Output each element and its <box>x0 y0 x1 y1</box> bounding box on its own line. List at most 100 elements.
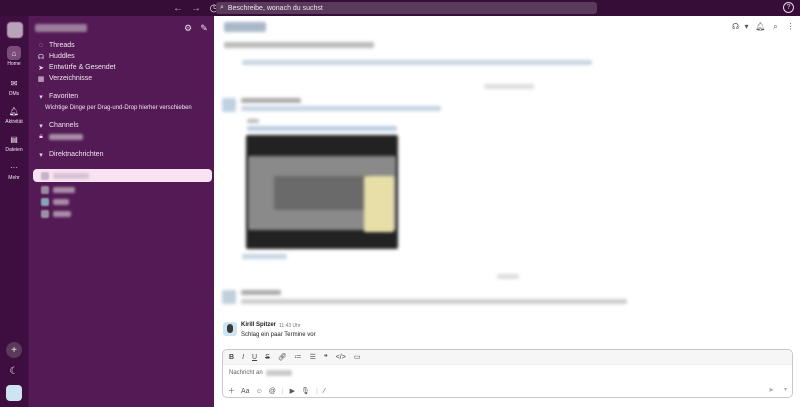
rail-home[interactable]: ⌂ Home <box>0 46 28 67</box>
date-divider <box>497 274 519 279</box>
sidebar-item-label: Entwürfe & Gesendet <box>49 64 116 71</box>
strikethrough-button[interactable]: S <box>265 354 270 361</box>
channel-item[interactable]: 🔒︎ <box>35 131 211 142</box>
history-nav: ← → ◷ <box>172 2 220 14</box>
message-placeholder: Nachricht an <box>229 370 263 376</box>
rail-more-label: Mehr <box>8 175 20 181</box>
numbered-list-icon[interactable]: ≔ <box>295 353 302 361</box>
section-label: Channels <box>49 122 79 129</box>
emoji-icon[interactable]: ☺ <box>256 388 263 395</box>
chevron-down-icon: ▾ <box>39 151 43 159</box>
question-circle-icon[interactable]: ? <box>783 2 794 13</box>
redacted-text <box>247 119 259 123</box>
message-timestamp[interactable]: 11:43 Uhr <box>279 323 301 329</box>
sidebar-header: ⚙ ✎ <box>35 21 209 35</box>
slash-command-icon[interactable]: ⁄ <box>324 388 325 395</box>
headphones-icon[interactable]: ☊ <box>730 21 741 32</box>
message-composer[interactable]: B I U S 🔗︎ ≔ ☰ ❝ </> ▭ Nachricht an ＋ Aa… <box>222 349 793 398</box>
bell-icon[interactable]: 🔔︎ <box>755 21 766 32</box>
redacted-text <box>241 299 627 304</box>
headphones-icon: ☊ <box>37 53 45 61</box>
dm-item[interactable] <box>41 186 75 194</box>
compose-icon[interactable]: ✎ <box>198 22 210 34</box>
avatar <box>41 198 49 206</box>
sidebar: ⚙ ✎ ◌ Threads ☊ Huddles ➤ Entwürfe & Ges… <box>28 16 214 407</box>
search-icon: ⌕ <box>220 4 224 11</box>
workspace-icon[interactable] <box>7 22 23 38</box>
chevron-down-icon[interactable]: ▾ <box>741 21 752 32</box>
workspace-name[interactable] <box>35 24 87 32</box>
redacted-text <box>242 60 592 65</box>
dm-item[interactable] <box>41 210 71 218</box>
bullet-list-icon[interactable]: ☰ <box>310 353 316 361</box>
rail-activity[interactable]: 🔔︎ Aktivität <box>0 104 28 126</box>
rail-dms-label: DMs <box>8 91 20 97</box>
plus-icon[interactable]: + <box>6 342 22 358</box>
arrow-left-icon[interactable]: ← <box>172 2 184 14</box>
image-preview-content <box>364 176 394 232</box>
directory-icon: ▦ <box>37 75 45 83</box>
message-input[interactable]: Nachricht an <box>229 370 292 376</box>
dm-name-redacted <box>53 187 75 193</box>
rail-home-label: Home <box>7 61 21 67</box>
sidebar-item-threads[interactable]: ◌ Threads <box>35 40 211 51</box>
avatar[interactable] <box>223 322 237 336</box>
dm-icon: ✉ <box>10 78 18 88</box>
home-icon: ⌂ <box>7 46 21 60</box>
rail-files[interactable]: ▤ Dateien <box>0 132 28 154</box>
italic-button[interactable]: I <box>242 354 244 361</box>
dm-name-redacted <box>53 211 71 217</box>
avatar <box>41 186 49 194</box>
search-input[interactable]: ⌕ Beschreibe, wonach du suchst <box>216 2 597 14</box>
redacted-text <box>241 106 441 111</box>
bell-icon: 🔔︎ <box>8 106 20 116</box>
quote-icon[interactable]: ❝ <box>324 353 328 361</box>
send-icon: ➤ <box>38 64 44 72</box>
avatar[interactable] <box>6 385 22 401</box>
send-icon[interactable]: ➤ <box>768 386 774 394</box>
favorites-hint: Wichtige Dinge per Drag-und-Drop hierher… <box>45 104 192 111</box>
arrow-right-icon[interactable]: → <box>190 2 202 14</box>
redacted-text <box>224 42 374 48</box>
avatar <box>41 172 49 180</box>
text-format-button[interactable]: Aa <box>241 388 250 395</box>
mention-icon[interactable]: @ <box>269 388 276 395</box>
avatar <box>41 210 49 218</box>
dm-item[interactable] <box>41 172 89 180</box>
avatar <box>222 290 236 304</box>
workspace-rail: ⌂ Home ✉ DMs 🔔︎ Aktivität ▤ Dateien ··· … <box>0 16 28 407</box>
microphone-icon[interactable]: 🎙︎ <box>301 387 310 395</box>
sidebar-item-huddles[interactable]: ☊ Huddles <box>35 51 211 62</box>
conversation-title-redacted[interactable] <box>224 22 266 32</box>
top-bar: ← → ◷ ⌕ Beschreibe, wonach du suchst ? <box>0 0 800 16</box>
underline-button[interactable]: U <box>252 354 257 361</box>
search-placeholder: Beschreibe, wonach du suchst <box>227 4 323 12</box>
sidebar-list: ◌ Threads ☊ Huddles ➤ Entwürfe & Gesende… <box>35 40 211 160</box>
rail-more[interactable]: ··· Mehr <box>0 160 28 182</box>
sidebar-item-directories[interactable]: ▦ Verzeichnisse <box>35 73 211 84</box>
video-icon[interactable]: ▶ <box>290 387 295 395</box>
main-panel: ☊ ▾ 🔔︎ ⌕ ⋮ Kirill Spitzer 11:43 Uhr Schl… <box>214 16 800 407</box>
moon-icon[interactable]: ☾ <box>6 363 22 379</box>
sidebar-item-drafts[interactable]: ➤ Entwürfe & Gesendet <box>35 62 211 73</box>
section-favorites[interactable]: ▾ Favoriten <box>35 91 211 102</box>
plus-icon[interactable]: ＋ <box>228 386 235 396</box>
dm-item[interactable] <box>41 198 69 206</box>
search-icon[interactable]: ⌕ <box>770 21 781 32</box>
sidebar-item-label: Threads <box>49 42 75 49</box>
message-author[interactable]: Kirill Spitzer <box>241 322 276 328</box>
chevron-down-icon: ▾ <box>39 93 43 101</box>
bold-button[interactable]: B <box>229 354 234 361</box>
avatar <box>222 98 236 112</box>
more-vertical-icon[interactable]: ⋮ <box>785 21 796 32</box>
rail-activity-label: Aktivität <box>5 119 23 125</box>
message-text: Schlag ein paar Termine vor <box>241 332 316 338</box>
section-channels[interactable]: ▾ Channels <box>35 120 211 131</box>
link-icon[interactable]: 🔗︎ <box>278 353 287 361</box>
code-icon[interactable]: </> <box>336 354 346 361</box>
chevron-down-icon[interactable]: ▾ <box>784 386 787 393</box>
rail-dms[interactable]: ✉ DMs <box>0 76 28 98</box>
gear-icon[interactable]: ⚙ <box>182 22 194 34</box>
code-block-icon[interactable]: ▭ <box>354 353 361 361</box>
section-direct-messages[interactable]: ▾ Direktnachrichten <box>35 149 211 160</box>
